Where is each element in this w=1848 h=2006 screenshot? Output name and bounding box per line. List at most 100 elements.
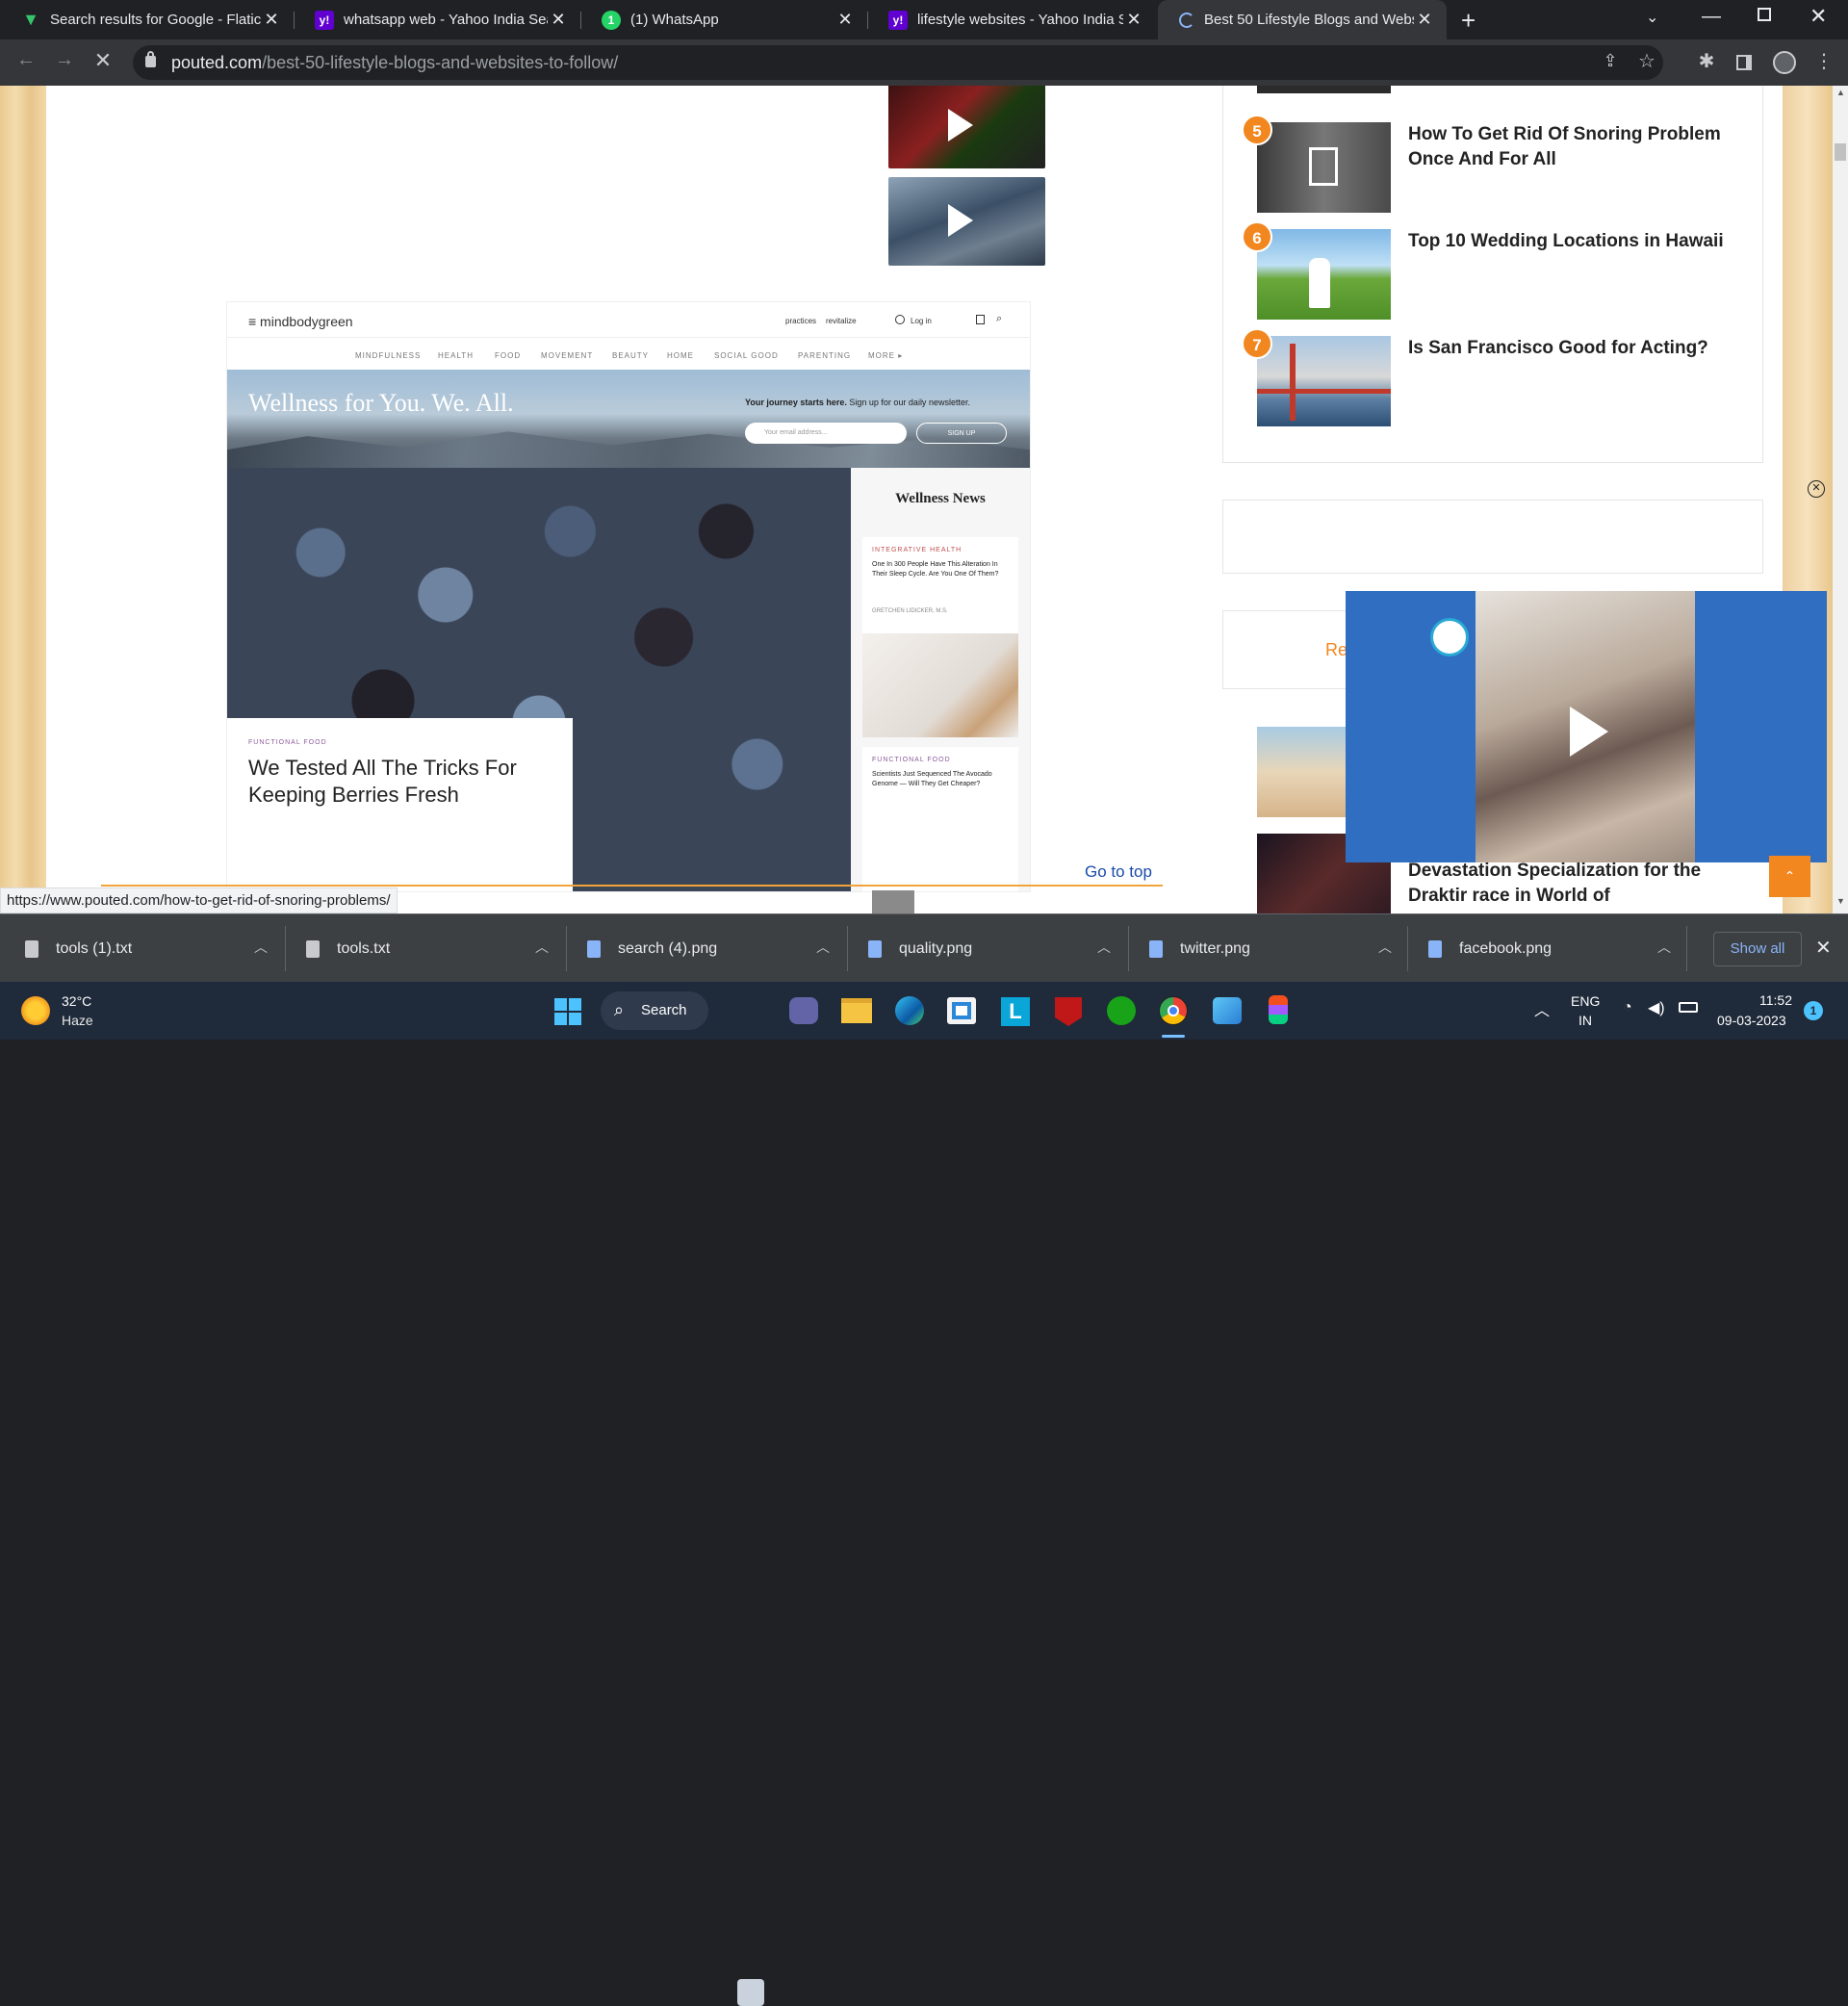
back-button[interactable]: ←	[12, 49, 40, 71]
volume-icon[interactable]: ◀)	[1648, 998, 1665, 1017]
tab-pouted-active[interactable]: Best 50 Lifestyle Blogs and Webs ✕	[1158, 0, 1447, 39]
back-to-top-button[interactable]: ⌃	[1769, 856, 1810, 897]
profile-avatar[interactable]	[1773, 51, 1796, 74]
store-icon[interactable]	[947, 997, 976, 1024]
yahoo-icon: y!	[315, 10, 334, 30]
notification-badge[interactable]: 1	[1804, 1001, 1823, 1020]
clock-time[interactable]: 11:52	[1759, 992, 1792, 1008]
bookmark-star-icon[interactable]: ☆	[1632, 49, 1661, 73]
chevron-up-icon[interactable]: ︿	[1097, 938, 1111, 957]
post-thumbnail[interactable]	[1257, 122, 1391, 213]
play-icon[interactable]	[948, 204, 973, 237]
sidebar-widget	[1222, 500, 1763, 574]
tab-yahoo-lifestyle[interactable]: y! lifestyle websites - Yahoo India S ✕	[867, 0, 1156, 39]
image-file-icon	[868, 939, 882, 958]
close-tab-icon[interactable]: ✕	[1123, 10, 1144, 30]
close-tab-icon[interactable]: ✕	[1414, 10, 1435, 30]
mbg-nav-item: HOME	[667, 351, 694, 360]
tab-search-chevron-icon[interactable]: ⌄	[1646, 8, 1658, 27]
play-icon[interactable]	[948, 109, 973, 141]
download-item[interactable]: twitter.png ︿	[1149, 914, 1409, 983]
tab-whatsapp[interactable]: 1 (1) WhatsApp ✕	[580, 0, 867, 39]
file-explorer-icon[interactable]	[841, 998, 872, 1023]
play-icon[interactable]	[1570, 707, 1608, 757]
mbg-logo: ≡ mindbodygreen	[248, 314, 353, 329]
post-title[interactable]: How To Get Rid Of Snoring Problem Once A…	[1408, 122, 1726, 172]
post-title[interactable]: Top 10 Wedding Locations in Hawaii	[1408, 229, 1726, 254]
input-region[interactable]: IN	[1578, 1013, 1592, 1028]
tab-yahoo-whatsapp[interactable]: y! whatsapp web - Yahoo India Sear ✕	[294, 0, 580, 39]
post-thumbnail[interactable]	[1257, 229, 1391, 320]
tab-flaticon[interactable]: ▼ Search results for Google - Flatic ✕	[0, 0, 294, 39]
task-view-icon[interactable]	[737, 1979, 764, 2006]
extensions-icon[interactable]: ✱	[1692, 49, 1721, 73]
close-tab-icon[interactable]: ✕	[548, 10, 569, 30]
download-item[interactable]: tools (1).txt ︿	[25, 914, 285, 983]
xbox-icon[interactable]	[1107, 996, 1136, 1025]
chevron-up-icon[interactable]: ︿	[1378, 938, 1392, 957]
close-tab-icon[interactable]: ✕	[261, 10, 282, 30]
chevron-up-icon[interactable]: ︿	[816, 938, 830, 957]
download-filename: facebook.png	[1459, 939, 1553, 957]
video-frame[interactable]	[1476, 591, 1695, 862]
teams-chat-icon[interactable]	[789, 997, 818, 1024]
wifi-icon[interactable]: ◔	[1623, 999, 1632, 1016]
stop-loading-button[interactable]: ✕	[89, 48, 117, 73]
input-language[interactable]: ENG	[1571, 993, 1600, 1009]
chrome-icon[interactable]	[1159, 996, 1188, 1025]
photos-icon[interactable]	[1213, 997, 1242, 1024]
post-thumbnail[interactable]	[1257, 86, 1391, 93]
taskbar-search-box[interactable]: ⌕ Search	[601, 991, 708, 1030]
minimize-button[interactable]: —	[1702, 6, 1721, 28]
close-popup-icon[interactable]: ✕	[1808, 480, 1825, 498]
weather-temp[interactable]: 32°C	[62, 993, 91, 1009]
weather-sun-icon[interactable]	[21, 996, 50, 1025]
floating-video-player[interactable]	[1346, 591, 1827, 862]
show-all-button[interactable]: Show all	[1713, 932, 1802, 966]
mcafee-icon[interactable]	[1055, 997, 1082, 1026]
chevron-up-icon[interactable]: ︿	[535, 938, 549, 957]
address-bar[interactable]: pouted.com/best-50-lifestyle-blogs-and-w…	[133, 45, 1663, 80]
page-scrollbar[interactable]: ▲ ▼	[1833, 86, 1848, 913]
go-to-top-link[interactable]: Go to top	[1085, 862, 1152, 882]
show-hidden-icons-chevron[interactable]: ︿	[1534, 997, 1550, 1020]
forward-button[interactable]: →	[50, 49, 79, 71]
l-app-icon[interactable]: L	[1001, 997, 1030, 1026]
download-filename: quality.png	[899, 939, 973, 957]
channel-avatar[interactable]	[1430, 618, 1469, 656]
recent-posts-heading: Re	[1325, 640, 1348, 659]
figma-icon[interactable]	[1269, 995, 1288, 1024]
menu-kebab-icon[interactable]: ⋮	[1810, 49, 1838, 73]
new-tab-button[interactable]: +	[1461, 6, 1476, 36]
mbg-top-link: revitalize	[826, 317, 857, 325]
share-icon[interactable]: ⇪	[1596, 51, 1625, 71]
start-button[interactable]	[554, 998, 581, 1025]
whatsapp-icon: 1	[602, 10, 621, 30]
close-window-button[interactable]: ✕	[1810, 4, 1827, 29]
mbg-news-author: GRETCHEN LIDICKER, M.S.	[872, 608, 948, 614]
maximize-button[interactable]	[1758, 8, 1771, 21]
battery-icon[interactable]	[1679, 1002, 1698, 1013]
post-thumbnail[interactable]	[1257, 336, 1391, 426]
download-item[interactable]: tools.txt ︿	[306, 914, 566, 983]
chevron-up-icon[interactable]: ︿	[1657, 938, 1671, 957]
scroll-handle[interactable]	[872, 890, 914, 913]
video-thumbnail[interactable]	[888, 86, 1045, 168]
close-tab-icon[interactable]: ✕	[834, 10, 856, 30]
side-panel-icon[interactable]	[1736, 55, 1752, 70]
clock-date[interactable]: 09-03-2023	[1717, 1013, 1786, 1028]
chrome-active-indicator	[1162, 1035, 1185, 1038]
download-item[interactable]: facebook.png ︿	[1428, 914, 1688, 983]
mbg-nav-item: HEALTH	[438, 351, 474, 360]
close-download-shelf-icon[interactable]: ✕	[1815, 936, 1832, 960]
video-thumbnail[interactable]	[888, 177, 1045, 266]
weather-condition[interactable]: Haze	[62, 1013, 93, 1028]
download-item[interactable]: search (4).png ︿	[587, 914, 847, 983]
chevron-up-icon[interactable]: ︿	[254, 938, 268, 957]
scrollbar-thumb[interactable]	[1835, 143, 1846, 161]
edge-icon[interactable]	[895, 996, 924, 1025]
status-url-bubble: https://www.pouted.com/how-to-get-rid-of…	[0, 887, 398, 913]
post-title[interactable]: Is San Francisco Good for Acting?	[1408, 336, 1726, 361]
tab-title: Search results for Google - Flatic	[50, 12, 261, 28]
download-item[interactable]: quality.png ︿	[868, 914, 1128, 983]
